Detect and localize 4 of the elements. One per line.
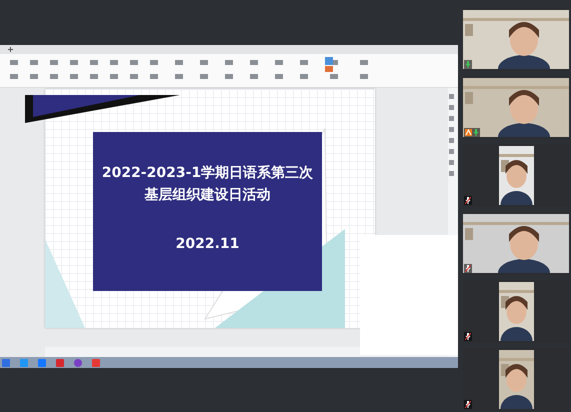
add-tab-icon[interactable] [8,47,13,52]
slide-date: 2022.11 [176,236,240,252]
slide-title: 2022-2023-1学期日语系第三次 [102,164,314,183]
slide-title: 基层组织建设日活动 [144,186,270,205]
